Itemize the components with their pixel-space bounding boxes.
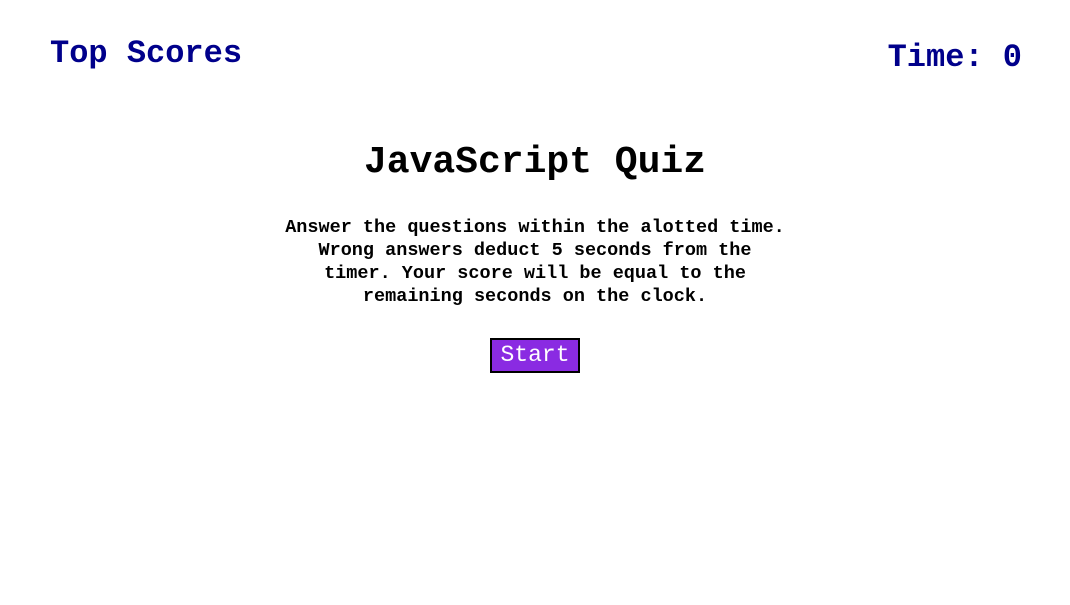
- start-button[interactable]: Start: [490, 338, 580, 373]
- page-title: JavaScript Quiz: [363, 141, 707, 184]
- top-scores-link[interactable]: Top Scores: [50, 38, 242, 70]
- timer-label: Time:: [887, 39, 1003, 76]
- timer-value: 0: [1002, 39, 1022, 76]
- timer-display: Time: 0: [888, 42, 1022, 74]
- quiz-instructions: Answer the questions within the alotted …: [285, 217, 785, 307]
